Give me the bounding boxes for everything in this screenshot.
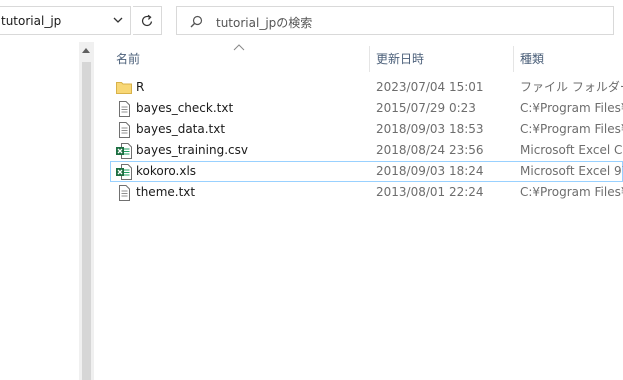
file-name: kokoro.xls (136, 164, 197, 178)
navigation-pane[interactable] (0, 42, 79, 380)
file-name: bayes_training.csv (136, 143, 248, 157)
file-date: 2018/09/03 18:24 (376, 164, 484, 178)
file-date: 2013/08/01 22:24 (376, 185, 484, 199)
file-type: C:¥Program Files¥ (520, 122, 623, 136)
file-type: C:¥Program Files¥ (520, 185, 623, 199)
file-list: R 2023/07/04 15:01 ファイル フォルダー bayes_chec… (110, 77, 623, 203)
file-row[interactable]: R 2023/07/04 15:01 ファイル フォルダー (110, 77, 623, 98)
file-row-selected[interactable]: kokoro.xls 2018/09/03 18:24 Microsoft Ex… (110, 161, 623, 182)
column-header-type[interactable]: 種類 (514, 46, 623, 72)
scrollbar-thumb[interactable] (82, 62, 91, 380)
file-row[interactable]: bayes_check.txt 2015/07/29 0:23 C:¥Progr… (110, 98, 623, 119)
column-header-date[interactable]: 更新日時 (370, 46, 513, 72)
search-input[interactable]: tutorial_jpの検索 (216, 14, 312, 31)
folder-icon (116, 77, 132, 98)
file-row[interactable]: bayes_training.csv 2018/08/24 23:56 Micr… (110, 140, 623, 161)
file-date: 2018/09/03 18:53 (376, 122, 484, 136)
scroll-up-arrow-icon[interactable] (82, 48, 90, 53)
file-date: 2018/08/24 23:56 (376, 143, 484, 157)
file-type: C:¥Program Files¥ (520, 101, 623, 115)
search-box[interactable]: tutorial_jpの検索 (176, 6, 614, 35)
chevron-down-icon[interactable] (112, 14, 124, 26)
file-type: Microsoft Excel CS (520, 143, 623, 157)
file-row[interactable]: bayes_data.txt 2018/09/03 18:53 C:¥Progr… (110, 119, 623, 140)
text-file-icon (116, 182, 132, 203)
text-file-icon (116, 98, 132, 119)
text-file-icon (116, 119, 132, 140)
address-path: tutorial_jp (1, 14, 62, 28)
refresh-icon (141, 14, 153, 27)
file-name: R (136, 80, 145, 94)
excel-icon (116, 161, 132, 182)
address-bar[interactable]: tutorial_jp (0, 6, 131, 35)
column-header-name[interactable]: 名前 (110, 46, 369, 72)
file-name: bayes_data.txt (136, 122, 226, 136)
file-type: ファイル フォルダー (520, 80, 623, 94)
file-row[interactable]: theme.txt 2013/08/01 22:24 C:¥Program Fi… (110, 182, 623, 203)
file-name: bayes_check.txt (136, 101, 234, 115)
file-date: 2015/07/29 0:23 (376, 101, 476, 115)
file-date: 2023/07/04 15:01 (376, 80, 484, 94)
search-icon (190, 15, 203, 28)
file-type: Microsoft Excel 97 (520, 164, 623, 178)
nav-scrollbar[interactable] (79, 42, 94, 380)
file-name: theme.txt (136, 185, 196, 199)
excel-icon (116, 140, 132, 161)
refresh-button[interactable] (133, 6, 162, 35)
